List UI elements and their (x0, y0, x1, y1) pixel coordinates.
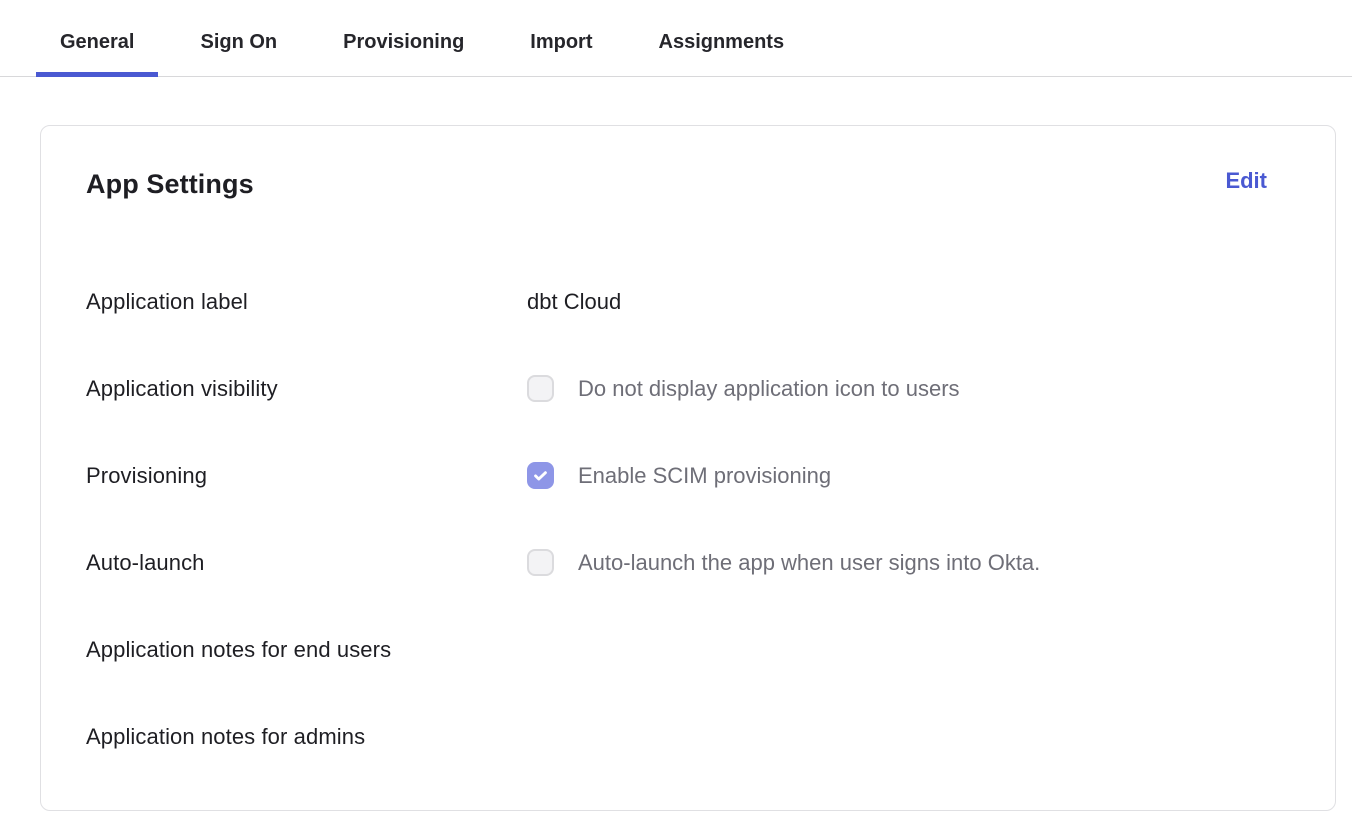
row-label: Application visibility (86, 375, 527, 402)
tab-assignments[interactable]: Assignments (635, 0, 809, 76)
row-label: Application notes for admins (86, 723, 527, 750)
row-provisioning: Provisioning Enable SCIM provisioning (86, 462, 1335, 489)
row-value: dbt Cloud (527, 288, 621, 315)
card-title: App Settings (86, 166, 254, 202)
tab-provisioning[interactable]: Provisioning (319, 0, 488, 76)
row-notes-admins: Application notes for admins (86, 723, 1335, 750)
app-settings-card: App Settings Edit Application label dbt … (40, 125, 1336, 811)
tab-sign-on[interactable]: Sign On (176, 0, 301, 76)
row-application-visibility: Application visibility Do not display ap… (86, 375, 1335, 402)
checkmark-icon (532, 467, 549, 484)
row-label: Application label (86, 288, 527, 315)
tab-general[interactable]: General (36, 0, 158, 76)
row-value: Auto-launch the app when user signs into… (527, 549, 1040, 576)
row-value: Do not display application icon to users (527, 375, 960, 402)
row-label: Provisioning (86, 462, 527, 489)
checkbox-label: Auto-launch the app when user signs into… (578, 549, 1040, 576)
scim-provisioning-checkbox[interactable] (527, 462, 554, 489)
row-auto-launch: Auto-launch Auto-launch the app when use… (86, 549, 1335, 576)
edit-link[interactable]: Edit (1225, 166, 1267, 196)
tab-bar: General Sign On Provisioning Import Assi… (0, 0, 1352, 77)
row-label: Auto-launch (86, 549, 527, 576)
row-application-label: Application label dbt Cloud (86, 288, 1335, 315)
application-visibility-checkbox[interactable] (527, 375, 554, 402)
row-notes-end-users: Application notes for end users (86, 636, 1335, 663)
row-value: Enable SCIM provisioning (527, 462, 831, 489)
row-label: Application notes for end users (86, 636, 527, 663)
tab-import[interactable]: Import (506, 0, 616, 76)
checkbox-label: Do not display application icon to users (578, 375, 960, 402)
checkbox-label: Enable SCIM provisioning (578, 462, 831, 489)
auto-launch-checkbox[interactable] (527, 549, 554, 576)
card-header: App Settings Edit (86, 166, 1335, 202)
